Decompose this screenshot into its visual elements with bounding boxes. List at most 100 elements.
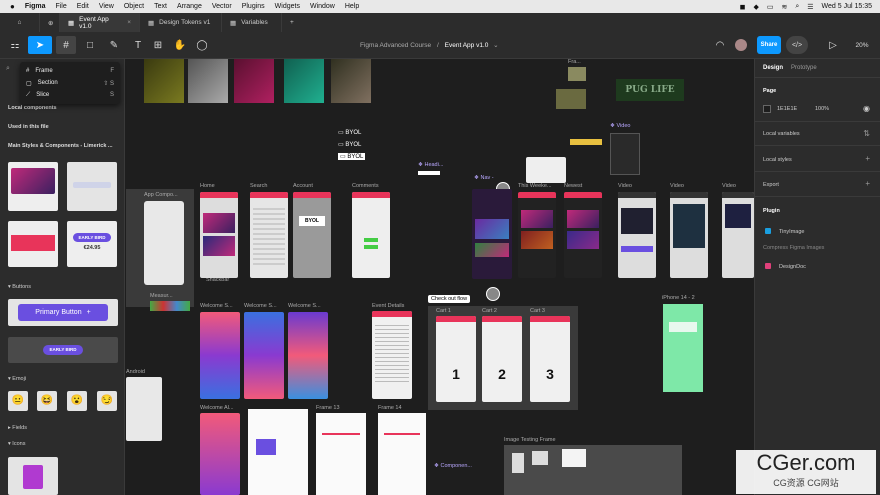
page-color-value[interactable]: 1E1E1E xyxy=(777,106,797,112)
price-badge-thumb[interactable]: EARLY BIRD €24.95 xyxy=(67,221,117,267)
breadcrumb-project[interactable]: Figma Advanced Course xyxy=(360,42,431,49)
measure-component[interactable] xyxy=(150,301,190,311)
this-weekend-screen[interactable] xyxy=(518,192,556,278)
menu-file[interactable]: File xyxy=(55,3,66,10)
home-screen[interactable] xyxy=(200,192,238,278)
canvas[interactable]: Fra... PUG LIFE ▭ BYOL ▭ BYOL ▭ BYOL ❖ H… xyxy=(126,59,754,495)
menu-app-name[interactable]: Figma xyxy=(25,3,46,10)
tab-bar-thumb[interactable] xyxy=(67,162,117,211)
search-icon[interactable]: ⌕ xyxy=(6,65,10,73)
welcome-screen[interactable] xyxy=(244,312,284,399)
move-tool-button[interactable]: ➤ xyxy=(28,36,52,54)
menu-item-frame[interactable]: # Frame F xyxy=(20,65,120,77)
image-frame[interactable] xyxy=(284,59,324,103)
buttons-section[interactable]: ▾ Buttons xyxy=(8,284,31,290)
frame-14[interactable] xyxy=(378,413,426,495)
video-screen[interactable] xyxy=(618,192,656,278)
shape-tool-button[interactable]: □ xyxy=(80,36,100,54)
frame-tool-button[interactable]: # xyxy=(56,36,76,54)
emoji-thumb[interactable]: 😏 xyxy=(97,391,117,411)
page-color-swatch[interactable] xyxy=(763,105,771,113)
menu-text[interactable]: Text xyxy=(154,3,167,10)
event-details-screen[interactable] xyxy=(372,311,412,399)
search-screen[interactable] xyxy=(250,192,288,278)
pug-life-image[interactable]: PUG LIFE xyxy=(616,79,684,101)
pug-image[interactable] xyxy=(568,67,586,81)
avatar[interactable] xyxy=(734,36,748,54)
avatar[interactable] xyxy=(486,287,500,301)
byol-logo[interactable]: ▭ BYOL xyxy=(338,129,361,136)
eye-icon[interactable]: ◉ xyxy=(863,104,870,113)
close-icon[interactable]: × xyxy=(127,19,131,26)
plugin-designdoc[interactable]: DesignDoc xyxy=(779,264,806,270)
menu-widgets[interactable]: Widgets xyxy=(275,3,300,10)
early-bird-button-thumb[interactable]: EARLY BIRD xyxy=(8,337,118,363)
resources-tool-button[interactable]: ⊞ xyxy=(150,36,166,54)
home-tab[interactable]: ⌂ xyxy=(0,13,40,32)
menu-window[interactable]: Window xyxy=(310,3,335,10)
menu-clock[interactable]: Wed 5 Jul 15:35 xyxy=(822,3,872,10)
breadcrumb-file[interactable]: Event App v1.0 xyxy=(445,42,489,49)
comments-screen[interactable] xyxy=(352,192,390,278)
fields-section[interactable]: ▸ Fields xyxy=(8,425,27,431)
welcome-screen[interactable] xyxy=(288,312,328,399)
pug-image[interactable] xyxy=(556,89,586,109)
component-frame[interactable] xyxy=(144,201,184,285)
tab-prototype[interactable]: Prototype xyxy=(791,65,817,71)
plus-icon[interactable]: + xyxy=(865,154,870,163)
heading-component[interactable] xyxy=(418,171,440,175)
android-frame[interactable] xyxy=(126,377,162,441)
hand-tool-button[interactable]: ✋ xyxy=(172,36,188,54)
plus-icon[interactable]: + xyxy=(290,19,294,26)
video-screen[interactable] xyxy=(670,192,708,278)
wifi-icon[interactable]: ≋ xyxy=(781,3,787,11)
present-button[interactable]: ▷ xyxy=(826,36,840,54)
share-button[interactable]: Share xyxy=(757,36,781,54)
frame-13[interactable] xyxy=(316,413,366,495)
headphones-icon[interactable]: ◠ xyxy=(712,36,728,54)
dialog-component[interactable] xyxy=(526,157,566,183)
menu-edit[interactable]: Edit xyxy=(77,3,89,10)
sticky-note[interactable] xyxy=(570,139,602,145)
community-tab[interactable]: ⊕ xyxy=(40,13,60,32)
emoji-thumb[interactable]: 😆 xyxy=(37,391,57,411)
new-tab-button[interactable]: + xyxy=(282,13,302,32)
icon-thumb[interactable] xyxy=(8,457,58,495)
menu-plugins[interactable]: Plugins xyxy=(242,3,265,10)
image-frame[interactable] xyxy=(234,59,274,103)
comment-tool-button[interactable]: ◯ xyxy=(194,36,210,54)
plus-icon[interactable]: + xyxy=(865,179,870,188)
battery-icon[interactable]: ▭ xyxy=(767,3,774,11)
tab-design[interactable]: Design xyxy=(763,65,783,71)
image-frame[interactable] xyxy=(331,59,371,103)
page-opacity-value[interactable]: 100% xyxy=(815,106,829,112)
primary-button-thumb[interactable]: Primary Button + xyxy=(8,299,118,326)
menu-object[interactable]: Object xyxy=(124,3,144,10)
image-frame[interactable] xyxy=(188,59,228,103)
used-in-file-header[interactable]: Used in this file xyxy=(8,124,49,130)
menu-view[interactable]: View xyxy=(99,3,114,10)
nav-frame[interactable] xyxy=(472,189,512,279)
main-menu-button[interactable]: ⚏ xyxy=(6,36,24,54)
iphone-frame[interactable] xyxy=(663,304,703,392)
tab-event-app[interactable]: ▦ Event App v1.0 × xyxy=(60,13,140,32)
export-section[interactable]: Export xyxy=(763,182,779,188)
cart-screen-1[interactable]: 1 xyxy=(436,316,476,402)
header-thumb[interactable] xyxy=(8,221,58,267)
status-icon[interactable]: ◼ xyxy=(740,3,746,11)
byol-logo[interactable]: ▭ BYOL xyxy=(338,141,361,148)
text-tool-button[interactable]: T xyxy=(130,36,146,54)
variables-icon[interactable]: ⇅ xyxy=(863,129,870,138)
menu-vector[interactable]: Vector xyxy=(212,3,232,10)
account-screen[interactable]: BYOL xyxy=(293,192,331,278)
document-frame[interactable] xyxy=(248,409,308,495)
icons-section[interactable]: ▾ Icons xyxy=(8,441,25,447)
menu-item-section[interactable]: ▢ Section ⇧ S xyxy=(20,77,120,89)
video-component[interactable] xyxy=(610,133,640,175)
globe-icon[interactable]: ⊕ xyxy=(48,19,53,27)
emoji-section[interactable]: ▾ Emoji xyxy=(8,376,26,382)
tab-design-tokens[interactable]: ▦ Design Tokens v1 xyxy=(140,13,222,32)
menu-help[interactable]: Help xyxy=(345,3,359,10)
menu-item-slice[interactable]: ⟋ Slice S xyxy=(20,89,120,101)
pen-tool-button[interactable]: ✎ xyxy=(104,36,124,54)
